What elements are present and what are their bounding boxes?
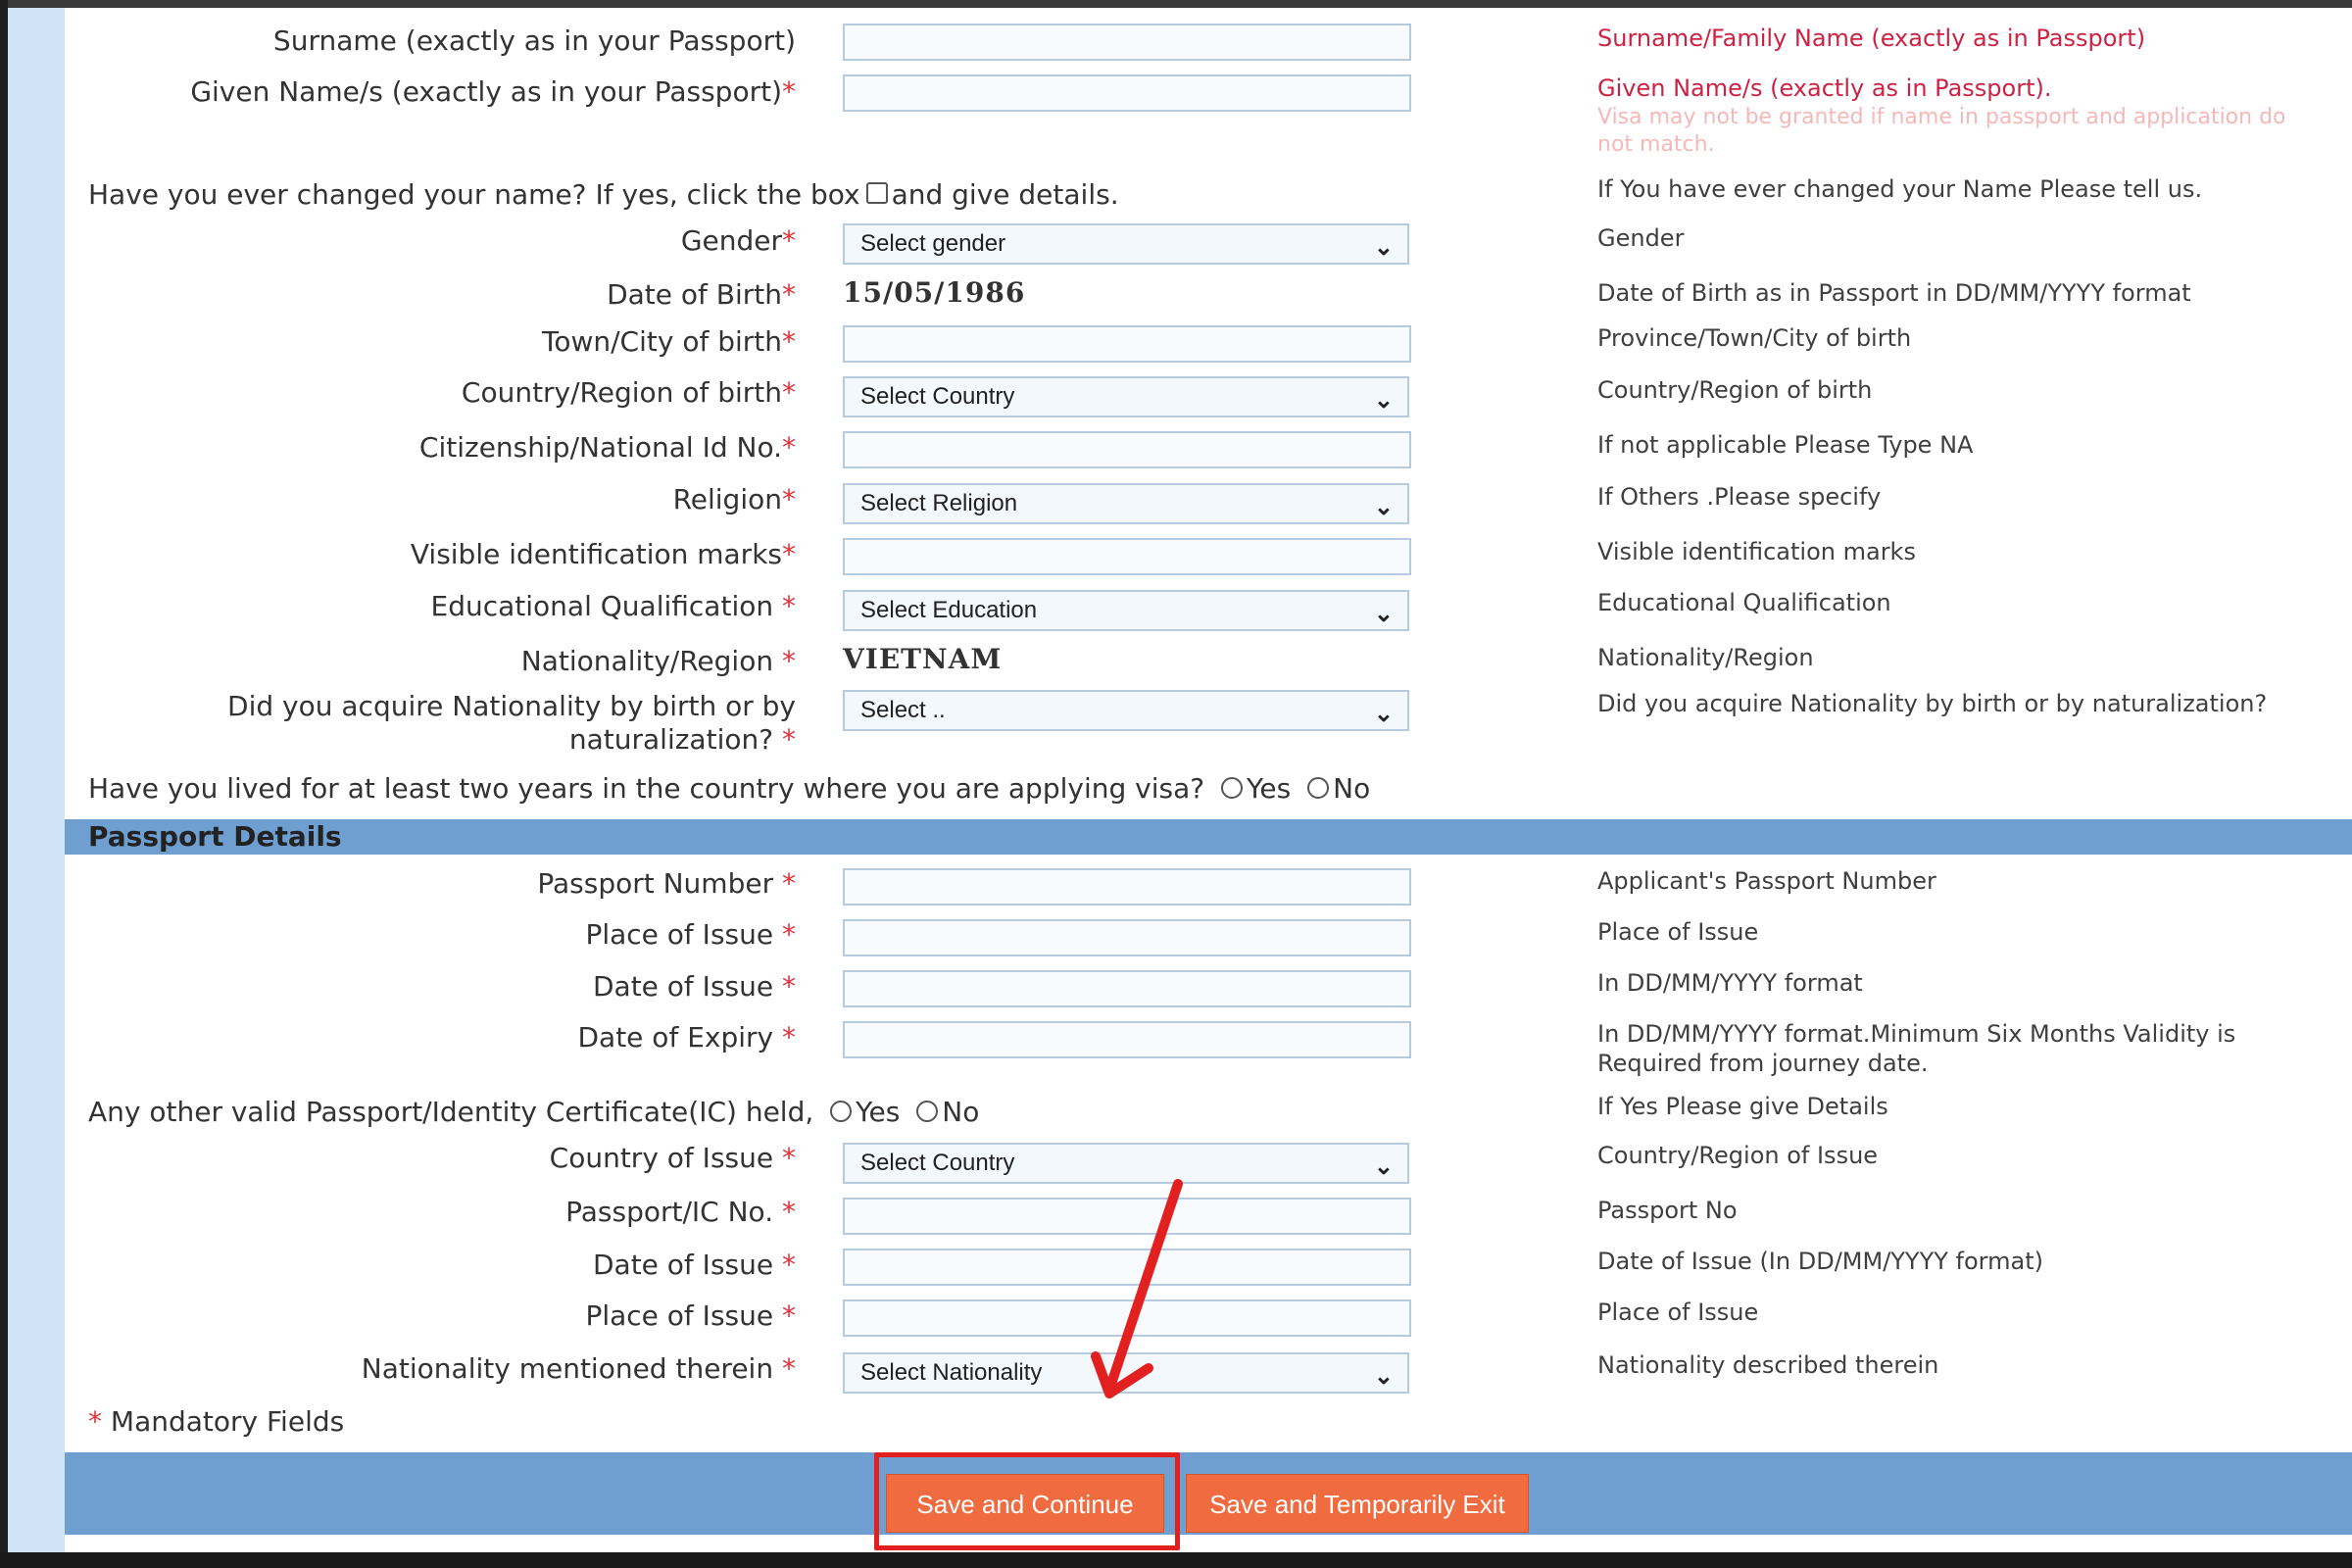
dob-help: Date of Birth as in Passport in DD/MM/YY…: [1597, 279, 2191, 307]
education-help: Educational Qualification: [1597, 589, 1891, 616]
surname-label: Surname (exactly as in your Passport): [272, 24, 796, 57]
chevron-down-icon: ⌄: [1373, 701, 1394, 727]
other-no-radio[interactable]: [916, 1101, 939, 1122]
other-country-help: Country/Region of Issue: [1597, 1142, 1879, 1169]
lived-yes-radio[interactable]: [1221, 777, 1244, 799]
country-birth-label: Country/Region of birth*: [461, 376, 796, 409]
country-birth-select[interactable]: Select Country ⌄: [843, 376, 1409, 417]
other-passport-row: Any other valid Passport/Identity Certif…: [88, 1096, 980, 1128]
date-issue-help: In DD/MM/YYYY format: [1597, 969, 1863, 997]
passport-number-input[interactable]: [843, 868, 1411, 906]
chevron-down-icon: ⌄: [1373, 494, 1394, 520]
other-nationality-help: Nationality described therein: [1597, 1351, 1939, 1379]
chevron-down-icon: ⌄: [1373, 234, 1394, 261]
given-name-input[interactable]: [843, 74, 1411, 112]
gender-help: Gender: [1597, 224, 1685, 252]
other-country-label: Country of Issue *: [549, 1142, 796, 1174]
nationality-label: Nationality/Region *: [520, 645, 796, 677]
citizenship-help: If not applicable Please Type NA: [1597, 431, 1974, 459]
town-input[interactable]: [843, 325, 1411, 363]
chevron-down-icon: ⌄: [1373, 387, 1394, 414]
chevron-down-icon: ⌄: [1373, 1153, 1394, 1180]
citizenship-input[interactable]: [843, 431, 1411, 468]
acquire-label: Did you acquire Nationality by birth or …: [227, 690, 796, 756]
other-date-label: Date of Issue *: [592, 1249, 796, 1281]
dob-label: Date of Birth*: [607, 278, 796, 311]
dob-value: 15/05/1986: [843, 276, 1026, 309]
given-name-help: Given Name/s (exactly as in Passport).: [1597, 74, 2052, 102]
education-label: Educational Qualification *: [430, 590, 796, 622]
place-issue-help: Place of Issue: [1597, 918, 1759, 946]
mandatory-note: * Mandatory Fields: [88, 1405, 345, 1438]
changed-name-help: If You have ever changed your Name Pleas…: [1597, 175, 2203, 203]
date-issue-label: Date of Issue *: [592, 970, 796, 1003]
other-place-label: Place of Issue *: [585, 1299, 796, 1332]
section-title: Passport Details: [88, 820, 342, 853]
other-passport-help: If Yes Please give Details: [1597, 1093, 1888, 1120]
marks-label: Visible identification marks*: [410, 538, 796, 570]
nationality-value: VIETNAM: [843, 643, 1003, 675]
other-no-label: Passport/IC No. *: [565, 1196, 796, 1228]
window-frame-top: [0, 0, 2352, 8]
education-select[interactable]: Select Education ⌄: [843, 590, 1409, 631]
window-frame-left: [0, 0, 8, 1568]
other-date-help: Date of Issue (In DD/MM/YYYY format): [1597, 1248, 2043, 1275]
passport-number-label: Passport Number *: [537, 867, 796, 900]
passport-details-header: Passport Details: [65, 819, 2352, 855]
save-exit-button[interactable]: Save and Temporarily Exit: [1186, 1474, 1529, 1533]
name-mismatch-warning: Visa may not be granted if name in passp…: [1597, 105, 2286, 157]
country-birth-help: Country/Region of birth: [1597, 376, 1873, 404]
religion-select[interactable]: Select Religion ⌄: [843, 483, 1409, 524]
lived-no-radio[interactable]: [1307, 777, 1330, 799]
surname-help: Surname/Family Name (exactly as in Passp…: [1597, 24, 2146, 52]
chevron-down-icon: ⌄: [1373, 1363, 1394, 1390]
acquire-help: Did you acquire Nationality by birth or …: [1597, 690, 2268, 717]
religion-label: Religion*: [672, 483, 796, 515]
surname-input[interactable]: [843, 24, 1411, 61]
acquire-select[interactable]: Select .. ⌄: [843, 690, 1409, 731]
chevron-down-icon: ⌄: [1373, 601, 1394, 627]
marks-help: Visible identification marks: [1597, 538, 1916, 565]
other-place-help: Place of Issue: [1597, 1298, 1759, 1326]
town-label: Town/City of birth*: [541, 325, 796, 358]
gender-label: Gender*: [680, 224, 796, 257]
date-expiry-input[interactable]: [843, 1021, 1411, 1058]
date-expiry-help: In DD/MM/YYYY format.Minimum Six Months …: [1597, 1020, 2236, 1077]
town-help: Province/Town/City of birth: [1597, 324, 1912, 352]
place-issue-label: Place of Issue *: [585, 918, 796, 951]
given-name-label: Given Name/s (exactly as in your Passpor…: [190, 75, 796, 108]
passport-number-help: Applicant's Passport Number: [1597, 867, 1936, 895]
other-yes-radio[interactable]: [830, 1101, 853, 1122]
marks-input[interactable]: [843, 538, 1411, 575]
annotation-arrow-icon: [1091, 1179, 1183, 1398]
place-issue-input[interactable]: [843, 919, 1411, 956]
religion-help: If Others .Please specify: [1597, 483, 1882, 511]
changed-name-checkbox[interactable]: [865, 182, 888, 204]
annotation-highlight-box: [874, 1452, 1180, 1550]
window-frame-bottom: [0, 1552, 2352, 1568]
changed-name-row: Have you ever changed your name? If yes,…: [88, 178, 1119, 211]
other-nationality-label: Nationality mentioned therein *: [361, 1352, 796, 1385]
nationality-help: Nationality/Region: [1597, 644, 1814, 671]
lived-row: Have you lived for at least two years in…: [88, 772, 1371, 805]
page-side-strip: [8, 8, 65, 1552]
citizenship-label: Citizenship/National Id No.*: [418, 431, 796, 464]
date-expiry-label: Date of Expiry *: [577, 1021, 796, 1054]
gender-select[interactable]: Select gender ⌄: [843, 223, 1409, 265]
date-issue-input[interactable]: [843, 970, 1411, 1007]
other-no-help: Passport No: [1597, 1197, 1738, 1224]
